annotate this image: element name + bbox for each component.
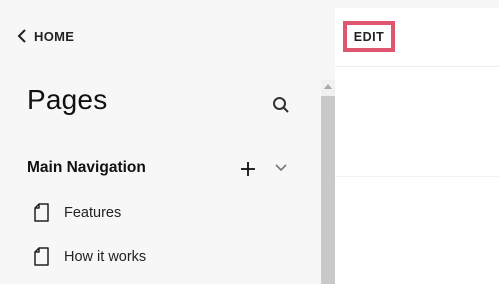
- section-title: Main Navigation: [27, 159, 146, 176]
- preview-divider: [335, 176, 499, 177]
- page-item-label: How it works: [64, 248, 147, 265]
- add-icon[interactable]: [240, 161, 256, 177]
- page-icon: [34, 203, 49, 222]
- home-link[interactable]: HOME: [16, 28, 74, 44]
- scrollbar-thumb[interactable]: [321, 96, 335, 284]
- pages-sidebar: HOME Pages Main Navigation Features How …: [0, 0, 321, 284]
- page-item-how-it-works[interactable]: How it works: [34, 247, 146, 266]
- preview-divider: [335, 66, 499, 67]
- chevron-down-icon[interactable]: [275, 163, 287, 173]
- search-icon[interactable]: [272, 96, 290, 114]
- page-title: Pages: [27, 84, 108, 115]
- home-label: HOME: [34, 28, 75, 44]
- chevron-left-icon: [17, 29, 26, 43]
- page-icon: [34, 247, 49, 266]
- page-item-features[interactable]: Features: [34, 203, 121, 222]
- page-item-label: Features: [64, 204, 122, 221]
- scroll-up-arrow-icon[interactable]: [324, 84, 332, 89]
- site-preview: EDIT: [335, 8, 499, 284]
- sidebar-scrollbar[interactable]: [321, 80, 335, 284]
- edit-button[interactable]: EDIT: [343, 21, 395, 52]
